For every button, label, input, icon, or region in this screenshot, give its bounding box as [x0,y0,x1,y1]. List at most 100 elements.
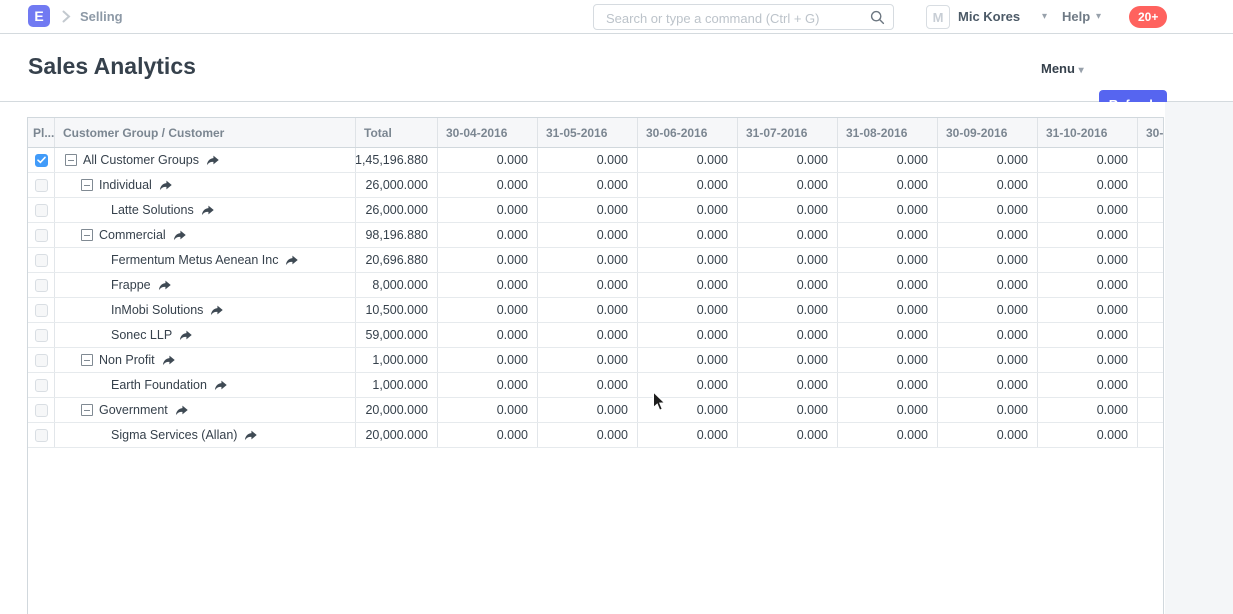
breadcrumb-chevron-icon [62,10,71,23]
help-menu[interactable]: Help [1062,9,1090,24]
month-value-cell: 0.000 [938,223,1038,247]
month-value-cell: 0.000 [738,223,838,247]
row-checkbox[interactable] [35,329,48,342]
month-value-cell: 0.000 [1038,223,1138,247]
month-value-cell: 0.000 [438,223,538,247]
row-checkbox[interactable] [35,379,48,392]
open-link-icon[interactable] [159,180,172,191]
open-link-icon[interactable] [244,430,257,441]
table-row[interactable]: Sonec LLP59,000.0000.0000.0000.0000.0000… [28,323,1163,348]
month-value-cell: 0.000 [738,173,838,197]
month-value-cell: 0.000 [538,273,638,297]
row-label: Fermentum Metus Aenean Inc [111,253,278,267]
row-label: All Customer Groups [83,153,199,167]
open-link-icon[interactable] [285,255,298,266]
row-checkbox-cell [28,323,55,347]
breadcrumb[interactable]: Selling [80,9,123,24]
table-row[interactable]: Earth Foundation1,000.0000.0000.0000.000… [28,373,1163,398]
collapse-icon[interactable] [81,404,93,416]
table-row[interactable]: Frappe8,000.0000.0000.0000.0000.0000.000… [28,273,1163,298]
month-value-cell: 0.000 [838,248,938,272]
open-link-icon[interactable] [179,330,192,341]
month-value-cell: 0.000 [438,373,538,397]
tree-name-cell: InMobi Solutions [55,298,356,322]
row-checkbox[interactable] [35,254,48,267]
open-link-icon[interactable] [214,380,227,391]
total-cell: 20,696.880 [356,248,438,272]
open-link-icon[interactable] [206,155,219,166]
row-checkbox[interactable] [35,204,48,217]
month-value-cell: 0.000 [638,198,738,222]
table-row[interactable]: InMobi Solutions10,500.0000.0000.0000.00… [28,298,1163,323]
row-checkbox[interactable] [35,279,48,292]
truncated-month-cell [1138,398,1163,422]
month-value-cell: 0.000 [538,248,638,272]
month-value-cell: 0.000 [538,198,638,222]
month-column-header: 30-09-2016 [938,118,1038,147]
month-column-header: 30-04-2016 [438,118,538,147]
row-checkbox-cell [28,273,55,297]
open-link-icon[interactable] [210,305,223,316]
tree-name-cell: Commercial [55,223,356,247]
right-gutter [1165,102,1233,614]
table-row[interactable]: Fermentum Metus Aenean Inc 20,696.880 0.00… [28,248,1163,273]
month-value-cell: 0.000 [538,348,638,372]
row-label: Frappe [111,278,151,292]
menu-button[interactable]: Menu ▾ [1041,61,1084,76]
tree-name-cell: Frappe [55,273,356,297]
row-checkbox-cell [28,148,55,172]
row-checkbox[interactable] [35,154,48,167]
row-label: Commercial [99,228,166,242]
collapse-icon[interactable] [81,179,93,191]
menu-button-label: Menu [1041,61,1075,76]
table-row[interactable]: Non Profit1,000.0000.0000.0000.0000.0000… [28,348,1163,373]
row-checkbox[interactable] [35,354,48,367]
collapse-icon[interactable] [81,229,93,241]
checkbox-column-header: Pl... [28,118,55,147]
month-value-cell: 0.000 [438,273,538,297]
open-link-icon[interactable] [175,405,188,416]
month-value-cell: 0.000 [938,348,1038,372]
month-value-cell: 0.000 [1038,423,1138,447]
collapse-icon[interactable] [81,354,93,366]
navbar: E Selling M Mic Kores ▾ Help ▾ 20+ [0,0,1233,34]
table-row[interactable]: Government20,000.0000.0000.0000.0000.000… [28,398,1163,423]
total-cell: 10,500.000 [356,298,438,322]
search-icon[interactable] [870,10,885,25]
row-checkbox[interactable] [35,304,48,317]
table-row[interactable]: Sigma Services (Allan)20,000.0000.0000.0… [28,423,1163,448]
month-value-cell: 0.000 [938,148,1038,172]
month-value-cell: 0.000 [838,398,938,422]
collapse-icon[interactable] [65,154,77,166]
open-link-icon[interactable] [158,280,171,291]
row-checkbox[interactable] [35,404,48,417]
user-menu[interactable]: Mic Kores [958,9,1020,24]
table-row[interactable]: Commercial98,196.8800.0000.0000.0000.000… [28,223,1163,248]
avatar[interactable]: M [926,5,950,29]
open-link-icon[interactable] [162,355,175,366]
month-value-cell: 0.000 [438,398,538,422]
row-checkbox[interactable] [35,179,48,192]
search-input[interactable] [604,6,873,30]
month-value-cell: 0.000 [938,248,1038,272]
row-checkbox-cell [28,248,55,272]
table-row[interactable]: Latte Solutions26,000.0000.0000.0000.000… [28,198,1163,223]
page-title: Sales Analytics [28,53,196,80]
row-checkbox[interactable] [35,429,48,442]
row-checkbox[interactable] [35,229,48,242]
table-row[interactable]: Individual26,000.0000.0000.0000.0000.000… [28,173,1163,198]
month-column-header: 30-06-2016 [638,118,738,147]
month-value-cell: 0.000 [738,348,838,372]
tree-name-cell: Sonec LLP [55,323,356,347]
month-value-cell: 0.000 [838,323,938,347]
month-value-cell: 0.000 [438,423,538,447]
app-logo[interactable]: E [28,5,50,27]
open-link-icon[interactable] [201,205,214,216]
month-value-cell: 0.000 [438,323,538,347]
notification-badge[interactable]: 20+ [1129,6,1167,28]
month-value-cell: 0.000 [738,398,838,422]
month-value-cell: 0.000 [638,373,738,397]
open-link-icon[interactable] [173,230,186,241]
row-checkbox-cell [28,373,55,397]
table-row[interactable]: All Customer Groups1,45,196.8800.0000.00… [28,148,1163,173]
